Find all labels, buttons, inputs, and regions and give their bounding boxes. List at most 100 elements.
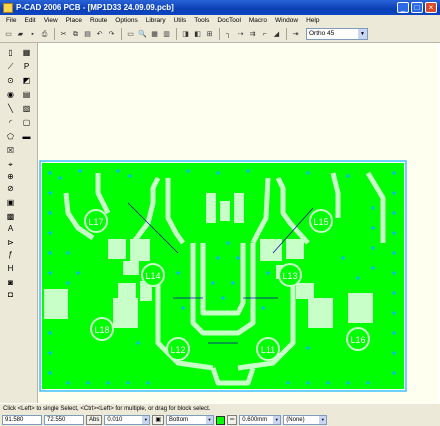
x-coordinate-field[interactable]: 91.580 <box>2 415 42 425</box>
component-pad <box>113 298 138 328</box>
layer-color-swatch[interactable] <box>216 415 226 425</box>
route-manual-icon[interactable]: ┐ <box>223 29 234 40</box>
connection-icon[interactable]: ⟋ <box>4 61 17 73</box>
component-pad <box>348 293 373 323</box>
open-folder-icon[interactable]: ▰ <box>15 29 26 40</box>
line-width-select[interactable]: 0.600mm ▼ <box>239 415 282 425</box>
save-icon[interactable]: ▪ <box>27 29 38 40</box>
arc-icon[interactable]: ◜ <box>4 117 17 129</box>
label-l16: L16 <box>350 335 365 345</box>
menu-place[interactable]: Place <box>62 17 86 24</box>
layer-swatch-button[interactable]: ▣ <box>152 415 165 425</box>
paste-icon[interactable]: ▤ <box>82 29 93 40</box>
pad-icon[interactable]: ⊙ <box>4 75 17 87</box>
layer-select[interactable]: Bottom ▼ <box>166 415 215 425</box>
highlight-icon[interactable]: ◨ <box>180 29 191 40</box>
pcb-board[interactable]: L17 L13 L15 L14 L18 L12 L11 L16 <box>38 43 438 403</box>
component-pad <box>123 261 139 275</box>
minimize-button[interactable]: _ <box>397 2 409 13</box>
main-toolbar: ▭ ▰ ▪ ⎙ ✂ ⧉ ▤ ↶ ↷ ▭ 🔍 ▦ ▥ ◨ ◧ ⊞ ┐ ⇢ ⇉ ⌐ … <box>0 26 440 43</box>
polygon-icon[interactable]: ⬠ <box>4 131 17 143</box>
maximize-button[interactable]: □ <box>411 2 423 13</box>
net-select[interactable]: (None) ▼ <box>283 415 328 425</box>
menu-bar: File Edit View Place Route Options Libra… <box>0 15 440 26</box>
route-bus-icon[interactable]: ⌐ <box>259 29 270 40</box>
component-pad <box>108 239 126 259</box>
drc-icon[interactable]: ▦ <box>149 29 160 40</box>
abs-button[interactable]: Abs <box>86 415 103 425</box>
line-icon[interactable]: ╲ <box>4 103 17 115</box>
route-miter-icon[interactable]: ◢ <box>271 29 282 40</box>
app-icon <box>3 2 13 13</box>
dimension-icon[interactable]: Η <box>4 263 17 275</box>
menu-library[interactable]: Library <box>142 17 170 24</box>
component-pad <box>260 239 282 261</box>
keepout-icon[interactable]: ▬ <box>20 131 33 143</box>
copy-icon[interactable]: ⧉ <box>70 29 81 40</box>
route-multi-icon[interactable]: ⇉ <box>247 29 258 40</box>
text-icon[interactable]: A <box>4 223 17 235</box>
pattern-icon[interactable]: Ρ <box>20 61 33 73</box>
ref-point-icon[interactable]: ◙ <box>4 277 17 289</box>
menu-tools[interactable]: Tools <box>190 17 213 24</box>
plane-icon[interactable]: ▧ <box>20 103 33 115</box>
field-icon[interactable]: ⊕ <box>4 171 17 183</box>
pcb-canvas[interactable]: L17 L13 L15 L14 L18 L12 L11 L16 <box>38 43 438 403</box>
component-pad <box>234 193 244 223</box>
menu-edit[interactable]: Edit <box>20 17 39 24</box>
cut-icon[interactable]: ✂ <box>58 29 69 40</box>
rectangle-icon[interactable]: ▢ <box>20 117 33 129</box>
menu-view[interactable]: View <box>40 17 62 24</box>
label-l17: L17 <box>88 217 103 227</box>
label-l18: L18 <box>94 325 109 335</box>
component-pad <box>44 289 68 319</box>
point-icon[interactable]: ⌖ <box>4 159 17 171</box>
bus-icon[interactable]: ◩ <box>20 75 33 87</box>
menu-options[interactable]: Options <box>111 17 141 24</box>
y-coordinate-field[interactable]: 72.550 <box>44 415 84 425</box>
layer-icon[interactable]: ▥ <box>161 29 172 40</box>
menu-route[interactable]: Route <box>86 17 111 24</box>
chevron-down-icon: ▼ <box>358 29 367 39</box>
undo-icon[interactable]: ↶ <box>94 29 105 40</box>
unhighlight-icon[interactable]: ◧ <box>192 29 203 40</box>
place-component-icon[interactable]: ▦ <box>20 47 33 59</box>
glue-point-icon[interactable]: ◘ <box>4 289 17 301</box>
grid-select[interactable]: 0.010 ▼ <box>104 415 151 425</box>
fill-icon[interactable]: ▣ <box>4 197 17 209</box>
cutout-icon[interactable]: ☒ <box>4 145 17 157</box>
label-l15: L15 <box>313 217 328 227</box>
copper-icon[interactable]: ▤ <box>20 89 33 101</box>
copper-pour-icon[interactable]: ▩ <box>4 211 17 223</box>
menu-utils[interactable]: Utils <box>170 17 191 24</box>
route-interactive-icon[interactable]: ⇢ <box>235 29 246 40</box>
component-pad <box>308 298 333 328</box>
menu-window[interactable]: Window <box>271 17 302 24</box>
new-file-icon[interactable]: ▭ <box>3 29 14 40</box>
redo-icon[interactable]: ↷ <box>106 29 117 40</box>
label-l13: L13 <box>282 271 297 281</box>
menu-macro[interactable]: Macro <box>245 17 271 24</box>
bottom-controls: 91.580 72.550 Abs 0.010 ▼ ▣ Bottom ▼ ═ 0.6… <box>0 414 440 426</box>
zoom-window-icon[interactable]: ▭ <box>125 29 136 40</box>
menu-file[interactable]: File <box>2 17 20 24</box>
via-icon[interactable]: ◉ <box>4 89 17 101</box>
attribute-icon[interactable]: ⊳ <box>4 237 17 249</box>
select-icon[interactable]: ▯ <box>4 47 17 59</box>
copper-pour <box>42 163 404 389</box>
line-width-icon[interactable]: ═ <box>227 415 238 425</box>
zoom-icon[interactable]: 🔍 <box>137 29 148 40</box>
component-pad <box>286 239 304 259</box>
close-button[interactable]: × <box>425 2 437 13</box>
net-icon[interactable]: ⊞ <box>204 29 215 40</box>
component-pad <box>220 201 230 221</box>
menu-doctool[interactable]: DocTool <box>213 17 244 24</box>
no-entry-icon[interactable]: ⊘ <box>4 183 17 195</box>
ortho-mode-select[interactable]: Ortho 45 ▼ <box>306 28 368 40</box>
route-push-icon[interactable]: ⇥ <box>290 29 301 40</box>
chevron-down-icon: ▼ <box>142 416 150 424</box>
print-icon[interactable]: ⎙ <box>39 29 50 40</box>
title-bar: P-CAD 2006 PCB - [MP1D33 24.09.09.pcb] _… <box>0 0 440 15</box>
menu-help[interactable]: Help <box>302 17 323 24</box>
function-icon[interactable]: ƒ <box>4 249 17 261</box>
